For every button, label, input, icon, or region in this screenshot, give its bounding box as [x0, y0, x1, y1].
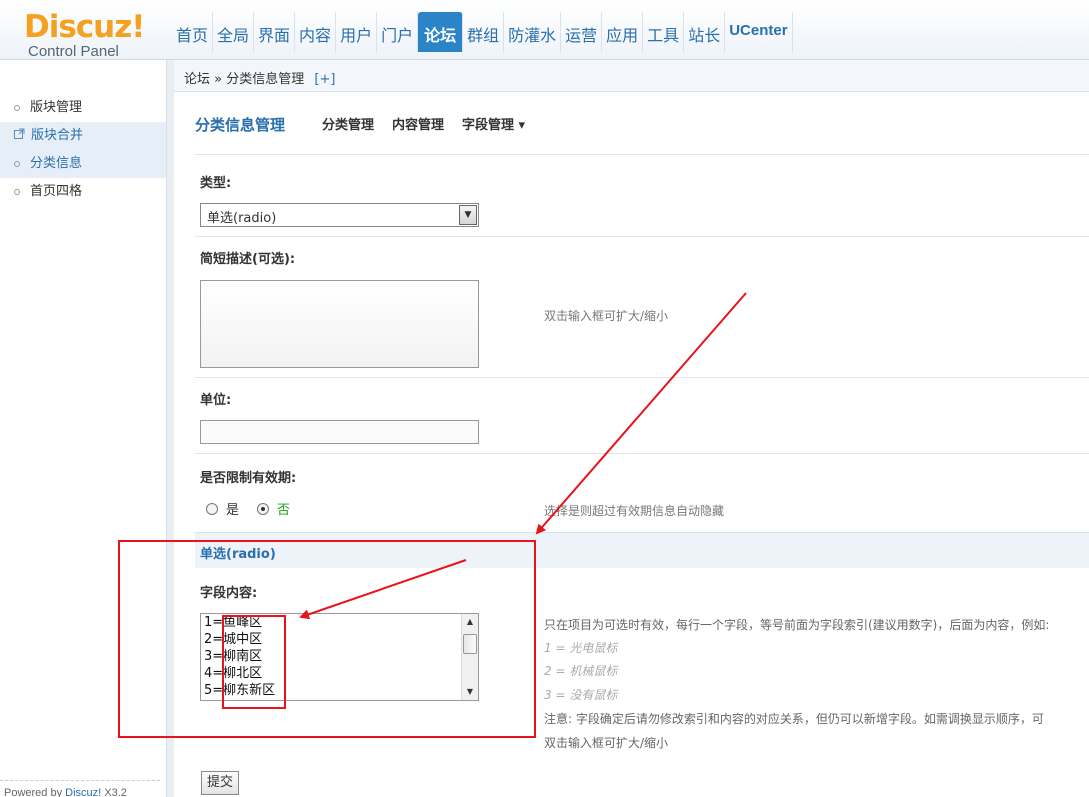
- bullet-icon: [14, 189, 20, 195]
- nav-tools[interactable]: 工具: [643, 12, 685, 52]
- divider: [195, 236, 1089, 237]
- choices-note: 注意: 字段确定后请勿修改索引和内容的对应关系，但仍可以新增字段。如需调换显示顺…: [544, 712, 1044, 726]
- choice-line: 3=柳南区: [204, 649, 263, 664]
- breadcrumb-root[interactable]: 论坛: [184, 72, 210, 87]
- expire-yes-label[interactable]: 是: [226, 499, 239, 518]
- expire-label: 是否限制有效期:: [200, 471, 297, 486]
- section-header: 单选(radio): [195, 532, 1089, 568]
- sidebar-divider[interactable]: [166, 60, 174, 797]
- type-label: 类型:: [200, 176, 232, 191]
- sidebar-item-label: 版块合并: [31, 128, 84, 143]
- divider: [195, 154, 1089, 155]
- discuz-link[interactable]: Discuz!: [65, 787, 101, 797]
- main-content: 分类信息管理 分类管理 内容管理 字段管理 ▾ 类型: 单选(radio) ▼ …: [174, 92, 1089, 797]
- type-select-value: 单选(radio): [207, 211, 277, 226]
- nav-founder[interactable]: 站长: [684, 12, 726, 52]
- expire-hint: 选择是则超过有效期信息自动隐藏: [544, 504, 725, 518]
- sidebar: 版块管理 版块合并 分类信息 首页四格: [0, 94, 166, 797]
- choices-label: 字段内容:: [200, 586, 258, 601]
- logo-text: Discuz!: [24, 9, 145, 45]
- nav-ucenter[interactable]: UCenter: [725, 12, 793, 52]
- choice-line: 5=柳东新区: [204, 683, 276, 698]
- scroll-thumb[interactable]: [463, 634, 477, 654]
- expire-radio-group: 是 否: [206, 499, 290, 518]
- unit-label: 单位:: [200, 393, 232, 408]
- powered-by: Powered by Discuz! X3.2: [4, 787, 127, 797]
- tab-field-manage[interactable]: 字段管理 ▾: [462, 114, 525, 133]
- nav-apps[interactable]: 应用: [602, 12, 644, 52]
- sidebar-item-forum-merge[interactable]: 版块合并: [0, 122, 166, 150]
- sidebar-item-forum-manage[interactable]: 版块管理: [0, 94, 166, 122]
- sidebar-item-grid[interactable]: 首页四格: [0, 178, 166, 206]
- choices-textarea[interactable]: 1=鱼峰区 2=城中区 3=柳南区 4=柳北区 5=柳东新区 ▲ ▼: [200, 613, 479, 701]
- powered-prefix: Powered by: [4, 787, 66, 797]
- nav-style[interactable]: 界面: [254, 12, 296, 52]
- expire-yes-radio[interactable]: [206, 502, 218, 515]
- nav-user[interactable]: 用户: [336, 12, 378, 52]
- footer-divider: [0, 780, 160, 781]
- tab-category-manage[interactable]: 分类管理: [322, 114, 374, 133]
- breadcrumb-bar: 论坛 » 分类信息管理 [+]: [174, 60, 1089, 92]
- choices-help: 只在项目为可选时有效，每行一个字段，等号前面为字段索引(建议用数字)，后面为内容…: [544, 618, 1050, 632]
- logo-subtitle: Control Panel: [28, 43, 119, 60]
- discuz-logo[interactable]: Discuz! Control Panel: [24, 10, 164, 60]
- nav-home[interactable]: 首页: [172, 12, 214, 52]
- choice-line: 2=城中区: [204, 632, 263, 647]
- nav-group[interactable]: 群组: [463, 12, 505, 52]
- nav-content[interactable]: 内容: [295, 12, 337, 52]
- chevron-down-icon[interactable]: ▼: [459, 205, 477, 225]
- breadcrumb-separator: »: [214, 72, 223, 87]
- nav-global[interactable]: 全局: [213, 12, 255, 52]
- add-shortcut-button[interactable]: [+]: [314, 72, 335, 87]
- divider: [195, 453, 1089, 454]
- submit-button[interactable]: 提交: [201, 771, 239, 795]
- powered-version: X3.2: [101, 787, 127, 797]
- external-link-icon: [14, 122, 25, 150]
- example-line: 1 = 光电鼠标: [544, 641, 618, 655]
- nav-operation[interactable]: 运营: [561, 12, 603, 52]
- nav-portal[interactable]: 门户: [377, 12, 419, 52]
- expire-no-radio[interactable]: [257, 502, 270, 515]
- scrollbar[interactable]: ▲ ▼: [461, 614, 478, 700]
- scroll-down-icon[interactable]: ▼: [462, 684, 478, 700]
- bullet-icon: [14, 161, 20, 167]
- scroll-up-icon[interactable]: ▲: [462, 614, 478, 630]
- nav-antispam[interactable]: 防灌水: [504, 12, 562, 52]
- description-textarea[interactable]: [200, 280, 479, 368]
- breadcrumb: 论坛 » 分类信息管理 [+]: [184, 68, 335, 87]
- top-header: Discuz! Control Panel 首页 全局 界面 内容 用户 门户 …: [0, 0, 1089, 60]
- expire-no-label[interactable]: 否: [277, 499, 290, 518]
- dblclick-hint: 双击输入框可扩大/缩小: [544, 736, 669, 750]
- divider: [195, 377, 1089, 378]
- choice-line: 1=鱼峰区: [204, 615, 263, 630]
- unit-input[interactable]: [200, 420, 479, 444]
- sidebar-item-label: 首页四格: [30, 184, 83, 199]
- main-nav: 首页 全局 界面 内容 用户 门户 论坛 群组 防灌水 运营 应用 工具 站长 …: [172, 12, 793, 52]
- nav-forum[interactable]: 论坛: [418, 12, 464, 52]
- bullet-icon: [14, 105, 20, 111]
- example-line: 2 = 机械鼠标: [544, 664, 618, 678]
- sidebar-item-label: 分类信息: [30, 156, 83, 171]
- sub-tabs: 分类管理 内容管理 字段管理 ▾: [322, 114, 525, 133]
- page-title: 分类信息管理: [195, 116, 286, 134]
- choice-line: 4=柳北区: [204, 666, 263, 681]
- description-label: 简短描述(可选):: [200, 252, 296, 267]
- description-hint: 双击输入框可扩大/缩小: [544, 309, 669, 323]
- sidebar-item-label: 版块管理: [30, 100, 83, 115]
- breadcrumb-current: 分类信息管理: [226, 72, 305, 87]
- type-select[interactable]: 单选(radio) ▼: [200, 203, 479, 227]
- example-line: 3 = 没有鼠标: [544, 688, 618, 702]
- tab-content-manage[interactable]: 内容管理: [392, 114, 444, 133]
- sidebar-item-threadtypes[interactable]: 分类信息: [0, 150, 166, 178]
- section-title: 单选(radio): [200, 547, 276, 562]
